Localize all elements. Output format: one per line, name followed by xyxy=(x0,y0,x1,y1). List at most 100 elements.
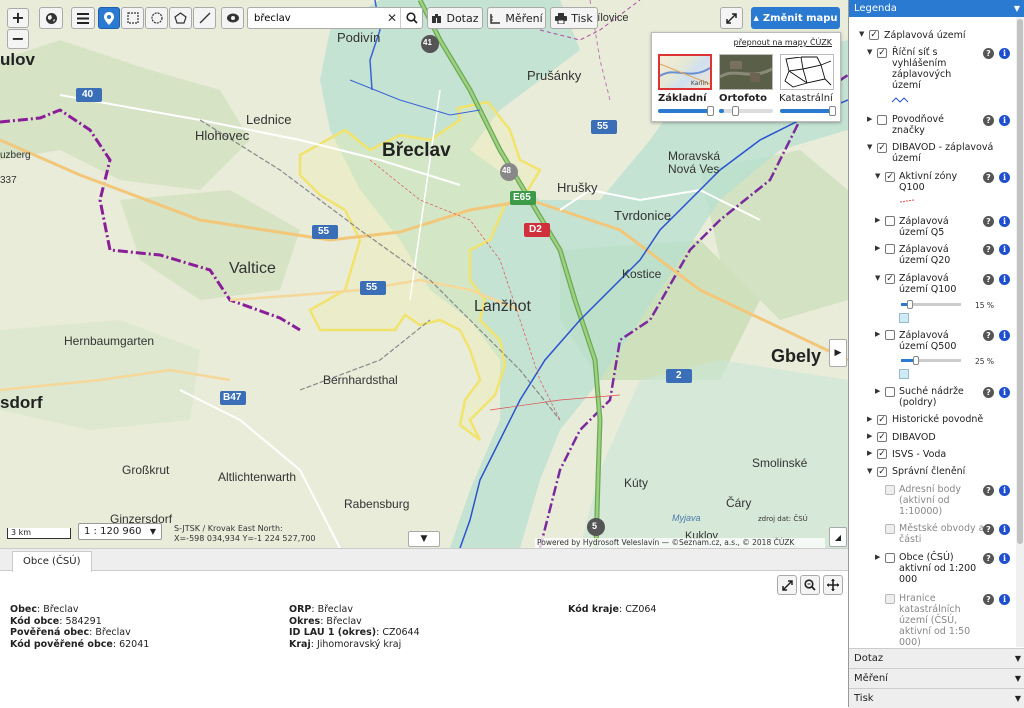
pan-to-feature-button[interactable] xyxy=(823,575,843,595)
info-icon[interactable]: i xyxy=(999,524,1010,535)
q500-opacity-slider[interactable] xyxy=(901,356,961,365)
slider-knob[interactable] xyxy=(732,106,739,116)
expand-right-button[interactable]: ▶ xyxy=(829,339,847,367)
info-icon[interactable]: i xyxy=(999,485,1010,496)
fullscreen-button[interactable] xyxy=(720,7,743,29)
draw-line-button[interactable] xyxy=(193,7,216,29)
slider-knob[interactable] xyxy=(829,106,836,116)
cuzk-switch-link[interactable]: přepnout na mapy ČÚZK xyxy=(734,38,833,47)
search-button[interactable] xyxy=(400,8,422,28)
zoom-to-extent-button[interactable] xyxy=(777,575,797,595)
expand-caret-icon[interactable]: ▶ xyxy=(867,449,872,457)
layer-checkbox[interactable]: ✓ xyxy=(877,143,887,153)
help-icon[interactable]: ? xyxy=(983,172,994,183)
layer-checkbox[interactable]: ✓ xyxy=(877,432,887,442)
slider-knob[interactable] xyxy=(913,356,919,365)
collapse-caret-icon[interactable]: ▼ xyxy=(875,274,880,282)
legend-header[interactable]: Legenda ▼ xyxy=(849,0,1024,17)
draw-circle-button[interactable] xyxy=(145,7,168,29)
layer-checkbox[interactable] xyxy=(885,330,895,340)
zoom-in-button[interactable]: + xyxy=(7,8,29,28)
info-icon[interactable]: i xyxy=(999,274,1010,285)
help-icon[interactable]: ? xyxy=(983,330,994,341)
layer-checkbox[interactable] xyxy=(885,216,895,226)
info-icon[interactable]: i xyxy=(999,594,1010,605)
layer-checkbox[interactable]: ✓ xyxy=(885,274,895,284)
layer-checkbox[interactable]: ✓ xyxy=(877,415,887,425)
tisk-button[interactable]: Tisk xyxy=(550,7,598,29)
layer-eye-button[interactable] xyxy=(221,7,244,29)
corner-toggle-button[interactable]: ◢ xyxy=(829,527,847,547)
change-map-button[interactable]: ▲ Změnit mapu xyxy=(751,7,840,29)
slider-knob[interactable] xyxy=(707,106,714,116)
search-input[interactable] xyxy=(254,12,384,24)
help-icon[interactable]: ? xyxy=(983,594,994,605)
info-icon[interactable]: i xyxy=(999,48,1010,59)
tab-obce-csu[interactable]: Obce (ČSÚ) xyxy=(12,551,92,572)
slider-knob[interactable] xyxy=(907,300,913,309)
layer-checkbox[interactable]: ✓ xyxy=(877,48,887,58)
help-icon[interactable]: ? xyxy=(983,48,994,59)
draw-rectangle-button[interactable] xyxy=(121,7,144,29)
scale-select[interactable]: 1 : 120 960 ▼ xyxy=(78,523,162,540)
draw-polygon-button[interactable] xyxy=(169,7,192,29)
collapse-caret-icon[interactable]: ▼ xyxy=(867,467,872,475)
basemap-ortofoto-opacity-slider[interactable] xyxy=(719,106,773,116)
info-icon[interactable]: i xyxy=(999,553,1010,564)
mereni-button[interactable]: Měření xyxy=(487,7,546,29)
layer-checkbox[interactable] xyxy=(877,115,887,125)
menu-button[interactable] xyxy=(71,7,95,29)
info-icon[interactable]: i xyxy=(999,330,1010,341)
layer-checkbox[interactable]: ✓ xyxy=(869,30,879,40)
expand-caret-icon[interactable]: ▶ xyxy=(875,330,880,338)
dotaz-button[interactable]: Dotaz xyxy=(427,7,483,29)
help-icon[interactable]: ? xyxy=(983,485,994,496)
expand-caret-icon[interactable]: ▶ xyxy=(867,115,872,123)
layer-checkbox[interactable]: ✓ xyxy=(877,467,887,477)
help-icon[interactable]: ? xyxy=(983,274,994,285)
globe-button[interactable] xyxy=(39,7,63,29)
layer-checkbox[interactable] xyxy=(885,244,895,254)
expand-caret-icon[interactable]: ▶ xyxy=(867,432,872,440)
basemap-katastralni-opacity-slider[interactable] xyxy=(780,106,836,116)
basemap-katastralni-thumb[interactable] xyxy=(780,54,834,90)
basemap-zakladni-opacity-slider[interactable] xyxy=(658,106,714,116)
layer-checkbox[interactable]: ✓ xyxy=(885,172,895,182)
zoom-feature-button[interactable] xyxy=(800,575,820,595)
draw-point-button[interactable] xyxy=(98,7,120,29)
info-icon[interactable]: i xyxy=(999,387,1010,398)
expand-bottom-button[interactable]: ▼ xyxy=(408,531,440,547)
expand-caret-icon[interactable]: ▶ xyxy=(875,216,880,224)
collapse-caret-icon[interactable]: ▼ xyxy=(867,48,872,56)
layer-checkbox[interactable]: ✓ xyxy=(877,449,887,459)
scrollbar-thumb[interactable] xyxy=(1017,19,1023,544)
info-icon[interactable]: i xyxy=(999,216,1010,227)
layer-checkbox[interactable] xyxy=(885,387,895,397)
map-canvas[interactable]: 40 55 55 55 48 E65 D2 B47 2 5 41 Podivín… xyxy=(0,0,848,548)
help-icon[interactable]: ? xyxy=(983,387,994,398)
legend-section-tisk[interactable]: Tisk ▼ xyxy=(849,688,1024,708)
info-icon[interactable]: i xyxy=(999,172,1010,183)
legend-section-dotaz[interactable]: Dotaz ▼ xyxy=(849,648,1024,668)
collapse-caret-icon[interactable]: ▼ xyxy=(859,30,864,38)
info-icon[interactable]: i xyxy=(999,244,1010,255)
expand-caret-icon[interactable]: ▶ xyxy=(875,553,880,561)
expand-caret-icon[interactable]: ▶ xyxy=(875,387,880,395)
q100-opacity-slider[interactable] xyxy=(901,300,961,309)
expand-caret-icon[interactable]: ▶ xyxy=(875,244,880,252)
search-box[interactable]: ✕ xyxy=(247,7,423,29)
collapse-caret-icon[interactable]: ▼ xyxy=(875,172,880,180)
zoom-out-button[interactable]: − xyxy=(7,29,29,49)
legend-section-mereni[interactable]: Měření ▼ xyxy=(849,668,1024,688)
help-icon[interactable]: ? xyxy=(983,553,994,564)
help-icon[interactable]: ? xyxy=(983,115,994,126)
basemap-zakladni-thumb[interactable]: Karlin xyxy=(658,54,712,90)
basemap-ortofoto-thumb[interactable] xyxy=(719,54,773,90)
legend-scrollbar[interactable] xyxy=(1016,17,1024,647)
clear-icon[interactable]: ✕ xyxy=(384,11,400,25)
collapse-caret-icon[interactable]: ▼ xyxy=(867,143,872,151)
layer-checkbox[interactable] xyxy=(885,553,895,563)
info-icon[interactable]: i xyxy=(999,115,1010,126)
expand-caret-icon[interactable]: ▶ xyxy=(867,415,872,423)
help-icon[interactable]: ? xyxy=(983,244,994,255)
